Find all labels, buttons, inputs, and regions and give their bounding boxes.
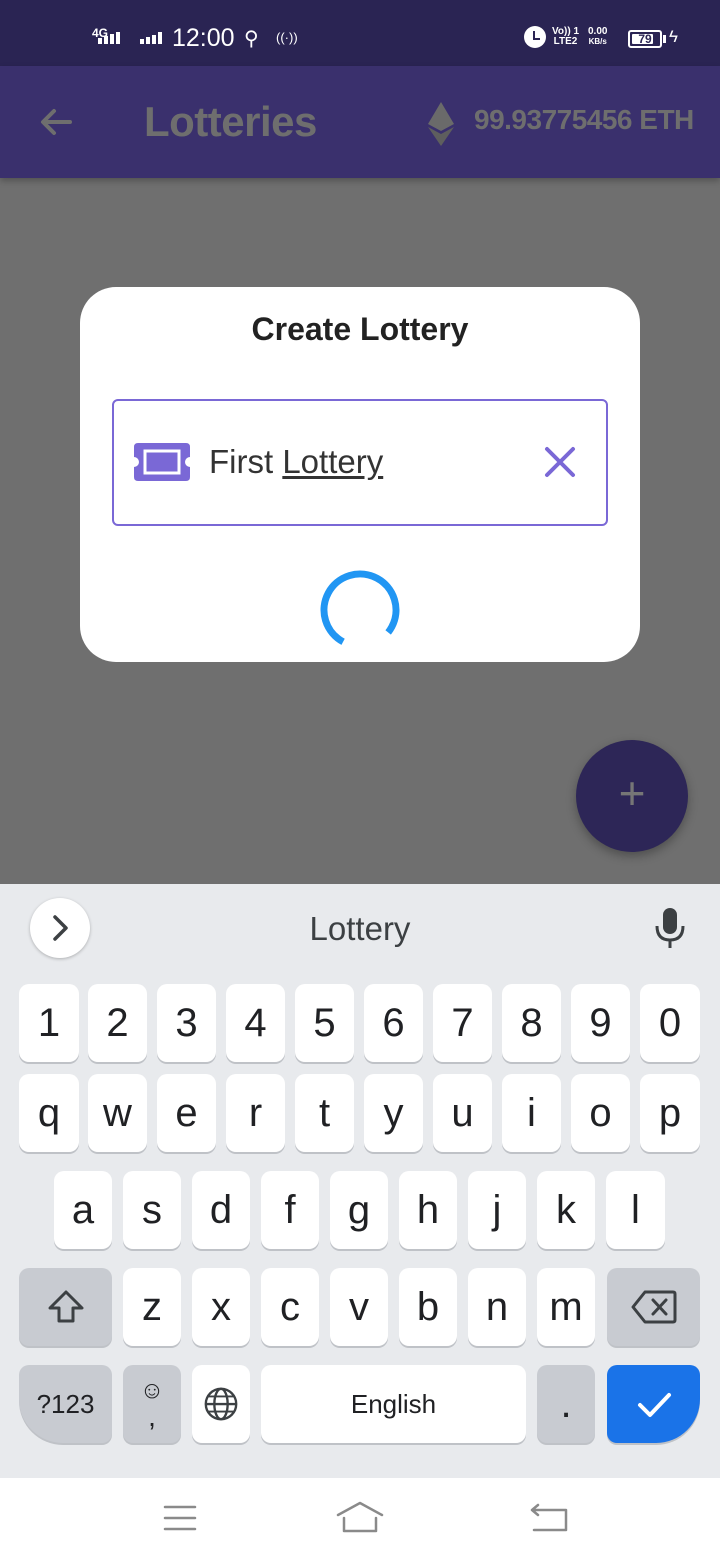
page-title: Lotteries: [144, 98, 317, 145]
key-j[interactable]: j: [468, 1171, 526, 1249]
key-q[interactable]: q: [19, 1074, 79, 1152]
key-6[interactable]: 6: [364, 984, 423, 1062]
charging-icon: ϟ: [669, 27, 678, 46]
clock: 12:00: [172, 24, 235, 52]
period-key[interactable]: .: [537, 1365, 595, 1443]
key-2[interactable]: 2: [88, 984, 147, 1062]
key-1[interactable]: 1: [19, 984, 79, 1062]
network-speed: 0.00 KB/s: [588, 26, 608, 47]
key-b[interactable]: b: [399, 1268, 457, 1346]
loading-spinner: [320, 570, 400, 650]
lottery-name-input[interactable]: First Lottery: [112, 399, 608, 526]
back-icon[interactable]: [526, 1498, 574, 1538]
space-key[interactable]: English: [261, 1365, 526, 1443]
ethereum-icon: [428, 102, 454, 146]
key-d[interactable]: d: [192, 1171, 250, 1249]
battery-cap: [663, 35, 666, 43]
key-w[interactable]: w: [88, 1074, 147, 1152]
key-x[interactable]: x: [192, 1268, 250, 1346]
shift-key[interactable]: [19, 1268, 112, 1346]
key-z[interactable]: z: [123, 1268, 181, 1346]
key-k[interactable]: k: [537, 1171, 595, 1249]
backspace-key[interactable]: [607, 1268, 700, 1346]
ticket-icon: [134, 443, 190, 481]
shift-icon: [48, 1290, 83, 1323]
wallet-balance: 99.93775456 ETH: [474, 104, 694, 135]
key-8[interactable]: 8: [502, 984, 561, 1062]
hotspot-icon: ((·)): [276, 30, 298, 45]
key-g[interactable]: g: [330, 1171, 388, 1249]
key-0[interactable]: 0: [640, 984, 700, 1062]
key-3[interactable]: 3: [157, 984, 216, 1062]
word-suggestion[interactable]: Lottery: [0, 910, 720, 948]
signal-strength-icon-2: [140, 32, 162, 44]
key-i[interactable]: i: [502, 1074, 561, 1152]
key-u[interactable]: u: [433, 1074, 492, 1152]
key-c[interactable]: c: [261, 1268, 319, 1346]
emoji-comma-key[interactable]: ☺ ,: [123, 1365, 181, 1443]
key-p[interactable]: p: [640, 1074, 700, 1152]
arrow-left-icon[interactable]: [34, 100, 78, 144]
app-bar: Lotteries 99.93775456 ETH: [0, 66, 720, 178]
status-bar: 4G 12:00 ⚲ ((·)) Vo)) 1 LTE2 0.00 KB/s 7…: [0, 0, 720, 66]
key-h[interactable]: h: [399, 1171, 457, 1249]
key-n[interactable]: n: [468, 1268, 526, 1346]
key-9[interactable]: 9: [571, 984, 630, 1062]
home-icon[interactable]: [336, 1498, 384, 1538]
checkmark-icon: [637, 1393, 671, 1417]
close-icon[interactable]: [542, 444, 578, 480]
dialog-title: Create Lottery: [251, 311, 469, 347]
key-5[interactable]: 5: [295, 984, 354, 1062]
key-a[interactable]: a: [54, 1171, 112, 1249]
create-lottery-dialog: Create Lottery First Lottery: [80, 287, 640, 662]
navigation-bar: [0, 1478, 720, 1560]
volte-indicator: Vo)) 1 LTE2: [552, 26, 580, 47]
key-7[interactable]: 7: [433, 984, 492, 1062]
key-f[interactable]: f: [261, 1171, 319, 1249]
usb-icon: ⚲: [244, 28, 259, 50]
backspace-icon: [631, 1290, 676, 1324]
key-m[interactable]: m: [537, 1268, 595, 1346]
key-t[interactable]: t: [295, 1074, 354, 1152]
key-v[interactable]: v: [330, 1268, 388, 1346]
microphone-icon[interactable]: [650, 906, 690, 950]
done-key[interactable]: [607, 1365, 700, 1443]
key-o[interactable]: o: [571, 1074, 630, 1152]
key-r[interactable]: r: [226, 1074, 285, 1152]
language-key[interactable]: [192, 1365, 250, 1443]
signal-strength-icon-1: [98, 32, 120, 44]
add-lottery-button[interactable]: +: [576, 740, 688, 852]
globe-icon: [204, 1387, 238, 1421]
key-4[interactable]: 4: [226, 984, 285, 1062]
key-y[interactable]: y: [364, 1074, 423, 1152]
plus-icon: +: [618, 767, 646, 819]
alarm-icon: [524, 26, 546, 48]
key-l[interactable]: l: [606, 1171, 665, 1249]
key-e[interactable]: e: [157, 1074, 216, 1152]
soft-keyboard: Lottery 1 2 3 4 5 6 7 8 9 0 q w e r t y …: [0, 884, 720, 1478]
battery-percent: 79: [638, 32, 652, 46]
menu-icon[interactable]: [156, 1498, 204, 1538]
symbols-key[interactable]: ?123: [19, 1365, 112, 1443]
battery-icon: 79: [628, 30, 662, 48]
key-s[interactable]: s: [123, 1171, 181, 1249]
lottery-name-value: First Lottery: [209, 443, 384, 480]
